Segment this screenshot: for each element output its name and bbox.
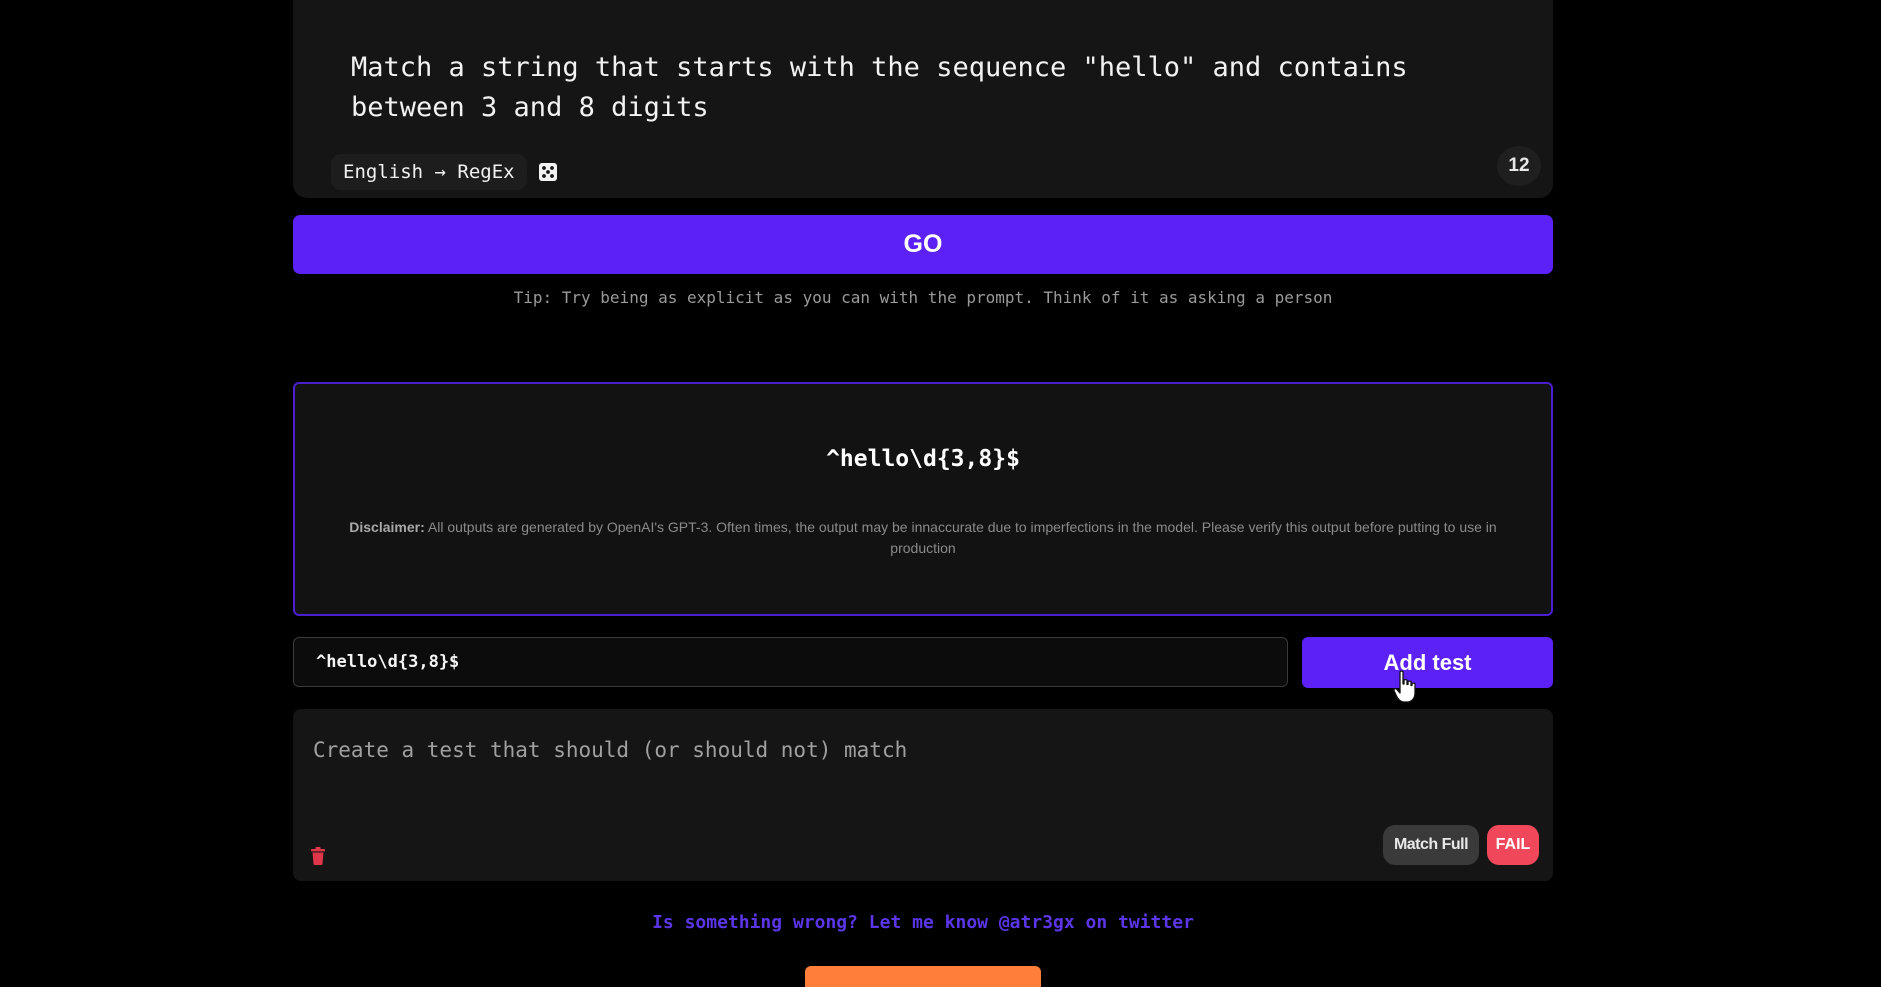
count-badge: 12	[1497, 146, 1541, 186]
generated-regex[interactable]: ^hello\d{3,8}$	[295, 446, 1551, 472]
result-card: ^hello\d{3,8}$ Disclaimer: All outputs a…	[293, 382, 1553, 616]
tip-text: Tip: Try being as explicit as you can wi…	[513, 288, 1333, 307]
disclaimer: Disclaimer: All outputs are generated by…	[335, 517, 1511, 559]
page: Match a string that starts with the sequ…	[0, 0, 1881, 987]
disclaimer-label: Disclaimer:	[349, 519, 425, 535]
feedback-link[interactable]: Is something wrong? Let me know @atr3gx …	[293, 912, 1553, 933]
test-string-input[interactable]	[311, 729, 1415, 771]
prompt-text[interactable]: Match a string that starts with the sequ…	[351, 48, 1451, 128]
mode-selector[interactable]: English → RegEx	[331, 154, 527, 190]
add-test-button[interactable]: Add test	[1302, 637, 1553, 688]
match-full-button[interactable]: Match Full	[1383, 825, 1479, 865]
fail-status-badge[interactable]: FAIL	[1487, 825, 1539, 865]
regex-input[interactable]	[293, 637, 1288, 687]
hand-pointer-icon	[1393, 670, 1416, 703]
dice-icon[interactable]	[538, 162, 558, 182]
go-button[interactable]: GO	[293, 215, 1553, 274]
prompt-card: Match a string that starts with the sequ…	[293, 0, 1553, 198]
trash-icon[interactable]	[310, 847, 326, 865]
test-case-card: Match Full FAIL	[293, 709, 1553, 881]
disclaimer-text: All outputs are generated by OpenAI's GP…	[427, 519, 1497, 556]
buy-coffee-button[interactable]	[805, 966, 1041, 987]
